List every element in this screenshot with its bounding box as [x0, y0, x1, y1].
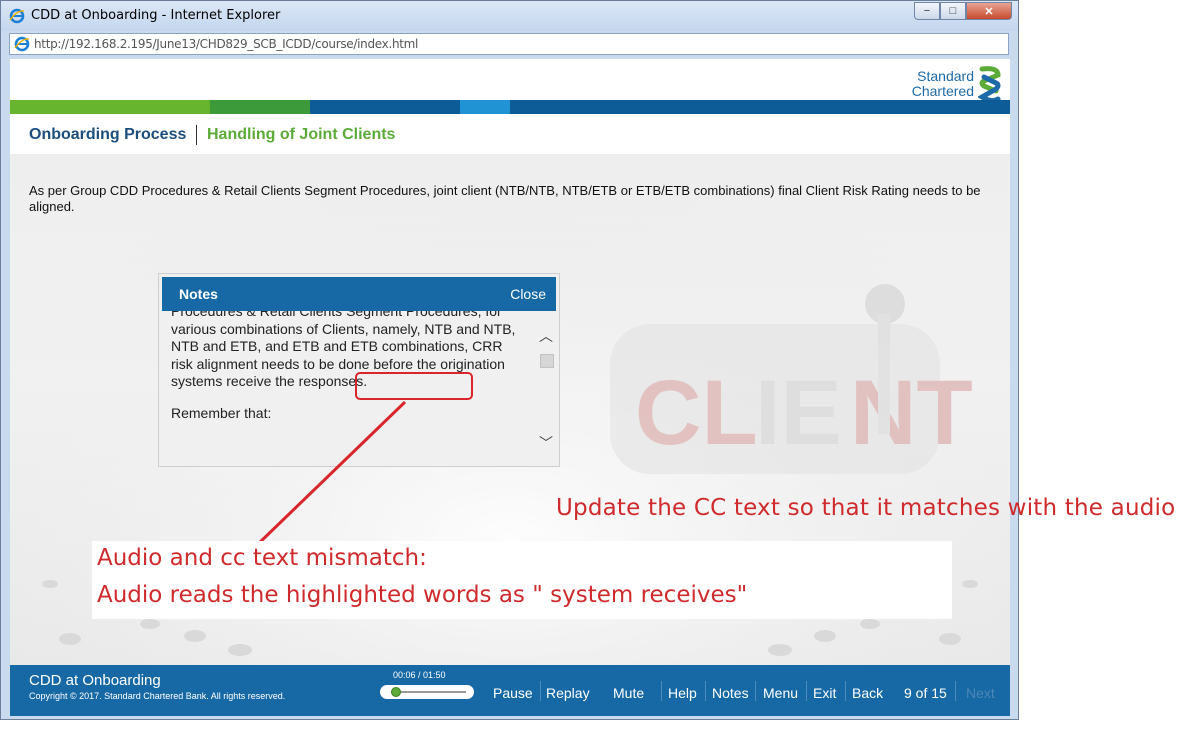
progress-track-line [392, 691, 466, 693]
pause-button[interactable]: Pause [493, 685, 533, 701]
annotation-mismatch-line-2: Audio reads the highlighted words as " s… [97, 582, 748, 608]
control-divider [755, 681, 756, 701]
back-button[interactable]: Back [852, 685, 883, 701]
time-readout: 00:06 / 01:50 [393, 670, 446, 680]
body-paragraph: As per Group CDD Procedures & Retail Cli… [29, 183, 981, 214]
window-title: CDD at Onboarding - Internet Explorer [31, 8, 281, 23]
logo-mark-icon [978, 66, 1001, 103]
address-bar[interactable]: http://192.168.2.195/June13/CHD829_SCB_I… [9, 33, 1009, 55]
page-indicator: 9 of 15 [904, 685, 947, 701]
internet-explorer-icon [9, 8, 25, 24]
progress-handle[interactable] [391, 687, 402, 697]
control-divider [661, 681, 662, 701]
course-title: CDD at Onboarding [29, 672, 161, 689]
brand-stripe [10, 100, 210, 114]
scroll-up-icon[interactable]: ︿ [539, 326, 553, 346]
exit-button[interactable]: Exit [813, 685, 836, 701]
brand-stripe [460, 100, 510, 114]
internet-explorer-icon [14, 36, 30, 52]
menu-button[interactable]: Menu [763, 685, 798, 701]
svg-text:CL: CL [635, 362, 758, 464]
player-footer: CDD at Onboarding Copyright © 2017. Stan… [10, 665, 1010, 716]
logo-line-2: Chartered [911, 83, 974, 99]
notes-close-button[interactable]: Close [510, 286, 546, 302]
audio-progress-bar[interactable] [380, 685, 474, 699]
control-divider [705, 681, 706, 701]
annotation-mismatch-line-1: Audio and cc text mismatch: [97, 545, 427, 571]
brand-stripe [510, 100, 1010, 114]
annotation-update-note: Update the CC text so that it matches wi… [556, 495, 1176, 521]
notes-button[interactable]: Notes [712, 685, 749, 701]
control-divider [955, 681, 956, 701]
notes-header: Notes Close [162, 277, 556, 311]
close-window-button[interactable]: ✕ [966, 2, 1012, 20]
help-button[interactable]: Help [668, 685, 697, 701]
control-divider [806, 681, 807, 701]
svg-text:NT: NT [850, 362, 973, 464]
svg-text:IE: IE [755, 362, 842, 464]
maximize-button[interactable]: □ [940, 2, 966, 20]
replay-button[interactable]: Replay [546, 685, 590, 701]
standard-chartered-logo: Standard Chartered [912, 65, 1002, 103]
window-controls: − □ ✕ [914, 2, 1012, 20]
highlight-box [355, 372, 473, 400]
control-divider [845, 681, 846, 701]
page-title: Onboarding Process [29, 126, 187, 143]
mute-button[interactable]: Mute [613, 685, 644, 701]
url-text[interactable]: http://192.168.2.195/June13/CHD829_SCB_I… [34, 37, 418, 51]
scrollbar-thumb[interactable] [540, 354, 554, 368]
brand-stripe [310, 100, 460, 114]
notes-title: Notes [179, 286, 218, 302]
control-divider [540, 681, 541, 701]
notes-paragraph: Remember that: [171, 404, 272, 421]
title-divider [196, 125, 197, 145]
scroll-down-icon[interactable]: ﹀ [539, 433, 553, 453]
brand-stripe [210, 100, 310, 114]
minimize-button[interactable]: − [914, 2, 940, 20]
logo-line-1: Standard [917, 68, 974, 84]
title-bar: CDD at Onboarding - Internet Explorer − … [1, 1, 1018, 31]
notes-panel: Notes Close Procedures & Retail Clients … [158, 273, 560, 467]
page-subtitle: Handling of Joint Clients [207, 126, 396, 143]
copyright-text: Copyright © 2017. Standard Chartered Ban… [29, 691, 286, 701]
next-button[interactable]: Next [966, 685, 995, 701]
